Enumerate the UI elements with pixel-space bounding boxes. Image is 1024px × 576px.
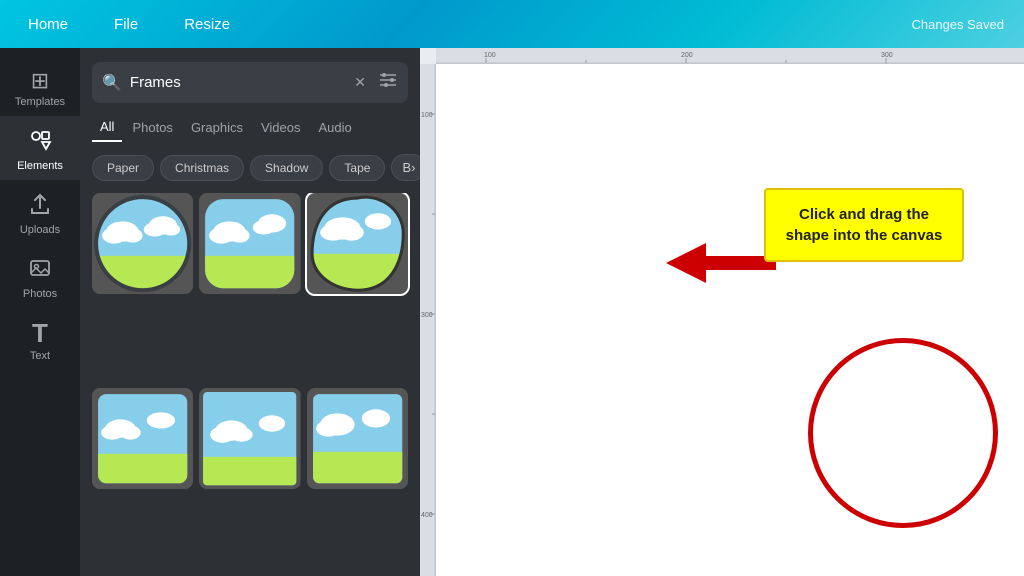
filter-chips: Paper Christmas Shadow Tape B›	[80, 154, 420, 181]
sidebar-photos-label: Photos	[23, 288, 57, 300]
nav-home[interactable]: Home	[20, 12, 76, 37]
svg-text:100: 100	[421, 112, 433, 119]
ruler-left: 100 300 400	[420, 64, 436, 576]
top-navigation: Home File Resize Changes Saved	[0, 0, 1024, 48]
canvas-white[interactable]	[436, 64, 1024, 576]
ruler-top: 100 200 300	[436, 48, 1024, 64]
frame-card-3[interactable]	[307, 193, 408, 294]
sidebar-item-templates[interactable]: ⊞ Templates	[0, 58, 80, 116]
frame-card-5[interactable]	[199, 388, 300, 489]
tab-photos[interactable]: Photos	[124, 114, 180, 141]
sidebar-item-photos[interactable]: Photos	[0, 244, 80, 308]
chip-shadow[interactable]: Shadow	[250, 155, 323, 181]
svg-text:300: 300	[881, 52, 893, 59]
sidebar-elements-label: Elements	[17, 160, 63, 172]
elements-icon	[28, 128, 52, 156]
uploads-icon	[28, 192, 52, 220]
frames-grid	[80, 193, 420, 576]
frame-card-4[interactable]	[92, 388, 193, 489]
sidebar-item-uploads[interactable]: Uploads	[0, 180, 80, 244]
save-status: Changes Saved	[911, 17, 1004, 32]
nav-resize[interactable]: Resize	[176, 12, 238, 37]
chip-paper[interactable]: Paper	[92, 155, 154, 181]
nav-file[interactable]: File	[106, 12, 146, 37]
chip-more-icon[interactable]: B›	[391, 154, 420, 181]
chip-christmas[interactable]: Christmas	[160, 155, 244, 181]
tab-audio[interactable]: Audio	[310, 114, 359, 141]
svg-text:300: 300	[421, 312, 433, 319]
svg-text:100: 100	[484, 52, 496, 59]
photos-icon	[28, 256, 52, 284]
templates-icon: ⊞	[31, 70, 49, 92]
svg-text:200: 200	[681, 52, 693, 59]
search-input[interactable]	[130, 74, 346, 91]
icon-sidebar: ⊞ Templates Elements Uploads	[0, 48, 80, 576]
sidebar-item-elements[interactable]: Elements	[0, 116, 80, 180]
frame-card-2[interactable]	[199, 193, 300, 294]
search-bar: 🔍 ✕	[92, 62, 408, 103]
chip-tape[interactable]: Tape	[329, 155, 385, 181]
annotation-text: Click and drag the shape into the canvas	[786, 206, 943, 244]
text-icon: T	[32, 320, 48, 346]
tab-videos[interactable]: Videos	[253, 114, 309, 141]
search-panel: 🔍 ✕ All Photos Graphics Videos Audio	[80, 48, 420, 576]
sidebar-templates-label: Templates	[15, 96, 65, 108]
annotation-arrow	[666, 238, 776, 288]
sidebar-text-label: Text	[30, 350, 50, 362]
tab-graphics[interactable]: Graphics	[183, 114, 251, 141]
search-icon: 🔍	[102, 73, 122, 93]
svg-text:400: 400	[421, 512, 433, 519]
frame-card-1[interactable]	[92, 193, 193, 294]
main-layout: ⊞ Templates Elements Uploads	[0, 48, 1024, 576]
filter-icon[interactable]	[378, 70, 398, 95]
frame-card-6[interactable]	[307, 388, 408, 489]
canvas-area[interactable]: 100 200 300 100 300 400	[420, 48, 1024, 576]
annotation-box: Click and drag the shape into the canvas	[764, 188, 964, 262]
filter-tabs: All Photos Graphics Videos Audio	[80, 113, 420, 142]
sidebar-item-text[interactable]: T Text	[0, 308, 80, 370]
search-clear-icon[interactable]: ✕	[354, 74, 366, 91]
tab-all[interactable]: All	[92, 113, 122, 142]
sidebar-uploads-label: Uploads	[20, 224, 60, 236]
